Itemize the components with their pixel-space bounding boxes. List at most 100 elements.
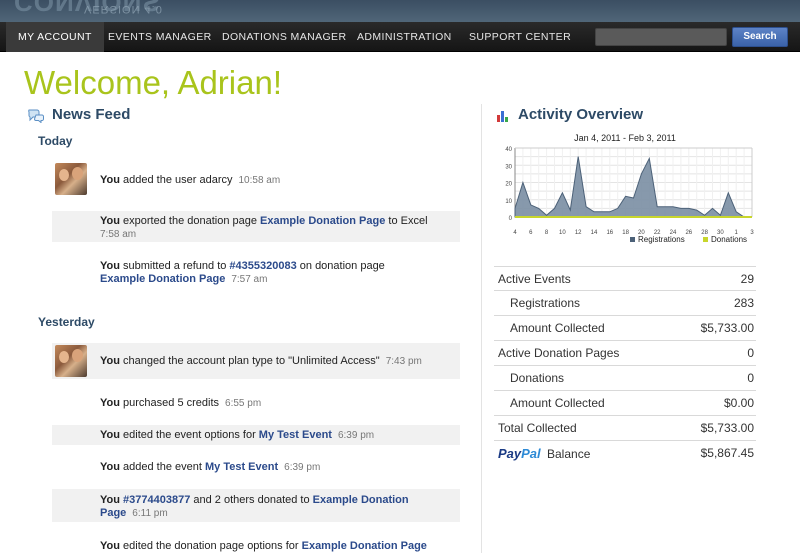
feed-time: 7:58 am: [100, 229, 137, 240]
feed-actor: You: [100, 260, 120, 272]
feed-item: You edited the donation page options for…: [52, 535, 460, 553]
feed-actor: You: [100, 397, 120, 409]
stat-label: Active Donation Pages: [498, 346, 620, 360]
main-nav: MY ACCOUNT EVENTS MANAGER DONATIONS MANA…: [0, 22, 800, 52]
stat-row: Donations 0: [494, 366, 756, 391]
x-tick-label: 3: [750, 230, 754, 236]
x-tick-label: 28: [701, 230, 708, 236]
x-tick-label: 14: [591, 230, 598, 236]
feed-time: 6:55 pm: [225, 398, 262, 409]
stat-value: 0: [747, 346, 754, 360]
feed-time: 6:11 pm: [132, 508, 168, 519]
feed-item: You purchased 5 credits 6:55 pm: [52, 392, 460, 414]
stat-label: Registrations: [510, 296, 581, 310]
avatar: [55, 345, 87, 377]
paypal-logo-pal: Pal: [521, 446, 541, 461]
feed-time: 6:39 pm: [284, 462, 321, 473]
stat-value: 29: [740, 272, 754, 286]
avatar: [55, 163, 87, 195]
feed-item: You added the user adarcy 10:58 am: [52, 162, 460, 196]
stat-row: Amount Collected $0.00: [494, 391, 756, 416]
column-divider: [481, 104, 482, 553]
feed-time: 10:58 am: [238, 175, 281, 186]
stat-row: Amount Collected $5,733.00: [494, 316, 756, 341]
activity-chart-svg: 0102030404 6 8 10 12 14 16 18 20 22 24 26 28 30 1 3Regi…: [505, 147, 754, 244]
group-label-today: Today: [38, 134, 73, 148]
stat-value: $5,867.45: [700, 446, 754, 460]
donation-page-link[interactable]: Example Donation Page: [260, 215, 385, 227]
feed-text: changed the account plan type to "Unlimi…: [119, 355, 380, 367]
bar-chart-icon: [497, 111, 508, 122]
stats-table: Active Events 29 Registrations 283 Amoun…: [494, 266, 756, 466]
stat-label: Amount Collected: [510, 396, 605, 410]
x-tick-label: 18: [622, 230, 629, 236]
x-tick-label: 6: [529, 230, 533, 236]
donation-page-link[interactable]: Example Donation Page: [302, 540, 427, 552]
y-tick-label: 0: [509, 216, 513, 222]
legend-label-registrations: Registrations: [638, 235, 685, 244]
feed-item: You exported the donation page Example D…: [52, 211, 460, 242]
feed-actor: You: [100, 461, 120, 473]
stat-label: Total Collected: [498, 421, 577, 435]
logo-version: VERSION 4.0: [84, 3, 163, 15]
paypal-balance-row: PayPal Balance $5,867.45: [494, 441, 756, 466]
x-tick-label: 4: [513, 230, 517, 236]
feed-actor: You: [100, 494, 120, 506]
x-tick-label: 10: [559, 230, 566, 236]
feed-time: 6:39 pm: [337, 430, 375, 441]
activity-overview-title: Activity Overview: [518, 106, 644, 123]
feed-actor: You: [100, 215, 120, 227]
feed-text: edited the event options for: [119, 429, 259, 441]
y-tick-label: 30: [505, 164, 512, 170]
y-tick-label: 40: [505, 147, 512, 153]
stat-label: Donations: [510, 371, 565, 385]
stat-value: 283: [733, 296, 754, 310]
x-tick-label: 12: [575, 230, 582, 236]
feed-time: 7:43 pm: [385, 356, 422, 367]
activity-chart: Jan 4, 2011 - Feb 3, 2011 0 10 20 30 40 4 6 8 10…: [494, 128, 756, 252]
stat-label: Active Events: [498, 272, 571, 286]
feed-actor: You: [100, 174, 120, 186]
search-button[interactable]: Search: [732, 27, 788, 47]
feed-actor: You: [100, 355, 120, 367]
feed-text: added the event: [119, 461, 205, 473]
feed-item: You #3774403877 and 2 others donated to …: [52, 489, 460, 522]
feed-text: edited the donation page options for: [119, 540, 302, 552]
stat-row: Active Donation Pages 0: [494, 341, 756, 366]
donation-link[interactable]: #3774403877: [123, 494, 190, 506]
x-tick-label: 16: [606, 230, 613, 236]
donation-page-link[interactable]: Example Donation Page: [100, 273, 225, 285]
stat-row: Total Collected $5,733.00: [494, 416, 756, 441]
stat-row: Registrations 283: [494, 291, 756, 316]
nav-donations-manager[interactable]: DONATIONS MANAGER: [210, 22, 358, 52]
stat-value: 0: [747, 371, 754, 385]
feed-actor: You: [100, 429, 120, 441]
legend-swatch-registrations: [630, 237, 635, 242]
y-tick-label: 10: [505, 199, 512, 205]
search-input[interactable]: [595, 28, 727, 46]
nav-my-account[interactable]: MY ACCOUNT: [6, 22, 104, 52]
stat-label: Balance: [547, 447, 591, 461]
feed-text: to Excel: [385, 215, 428, 227]
feed-item: You changed the account plan type to "Un…: [52, 343, 460, 379]
news-feed-title: News Feed: [52, 106, 131, 123]
feed-text: purchased 5 credits: [119, 397, 220, 409]
nav-support-center[interactable]: SUPPORT CENTER: [457, 22, 583, 52]
feed-time: 7:57 am: [231, 274, 268, 285]
stat-value: $0.00: [723, 396, 754, 410]
group-label-yesterday: Yesterday: [38, 315, 95, 329]
feed-text: submitted a refund to: [119, 260, 230, 272]
feed-item: You edited the event options for My Test…: [52, 425, 460, 445]
feed-text: and 2 others donated to: [190, 494, 313, 506]
y-tick-label: 20: [505, 182, 512, 188]
nav-events-manager[interactable]: EVENTS MANAGER: [96, 22, 224, 52]
event-link[interactable]: My Test Event: [205, 461, 278, 473]
feed-item: You submitted a refund to #4355320083 on…: [52, 256, 460, 287]
event-link[interactable]: My Test Event: [259, 429, 332, 441]
stat-row: Active Events 29: [494, 266, 756, 291]
refund-link[interactable]: #4355320083: [229, 260, 296, 272]
nav-administration[interactable]: ADMINISTRATION: [345, 22, 464, 52]
paypal-logo: PayPal Balance: [498, 446, 590, 461]
feed-actor: You: [100, 540, 120, 552]
legend-label-donations: Donations: [711, 235, 747, 244]
